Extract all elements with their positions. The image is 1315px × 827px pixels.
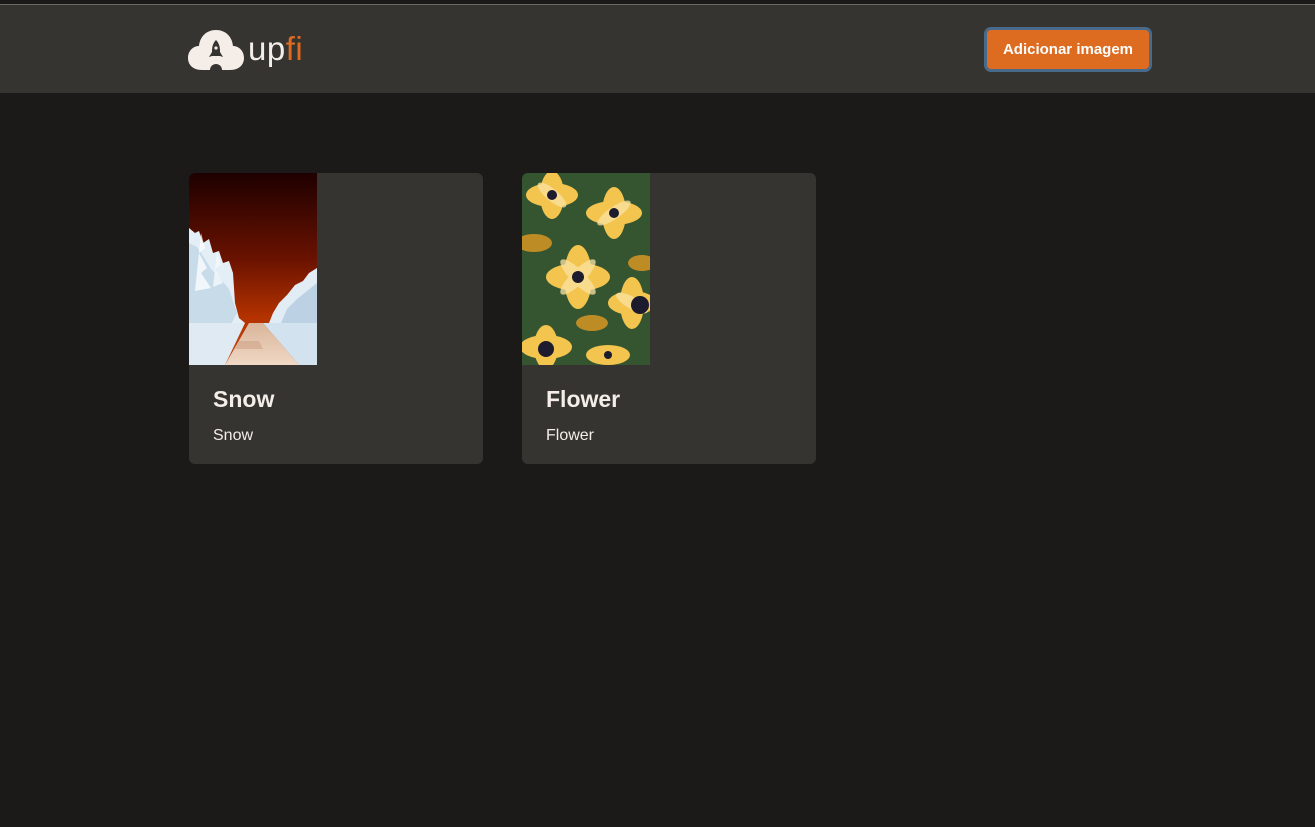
add-image-button[interactable]: Adicionar imagem (984, 27, 1152, 72)
card-description: Snow (213, 427, 254, 444)
logo-text-up: up (248, 29, 286, 67)
logo-text-fi: fi (285, 29, 304, 67)
card-title: Snow (213, 386, 275, 412)
logo[interactable]: upfi (188, 28, 303, 72)
image-card: Snow Snow (189, 173, 483, 464)
card-description: Flower (546, 427, 595, 444)
image-card: Flower Flower (522, 173, 816, 464)
card-title: Flower (546, 386, 621, 412)
card-image[interactable] (522, 173, 650, 365)
cloud-rocket-icon (188, 30, 244, 72)
logo-text: upfi (248, 32, 303, 65)
yellow-flowers-photo-icon (522, 173, 650, 365)
header: upfi Adicionar imagem (0, 5, 1315, 93)
card-image[interactable] (189, 173, 317, 365)
snowy-forest-road-photo-icon (189, 173, 317, 365)
